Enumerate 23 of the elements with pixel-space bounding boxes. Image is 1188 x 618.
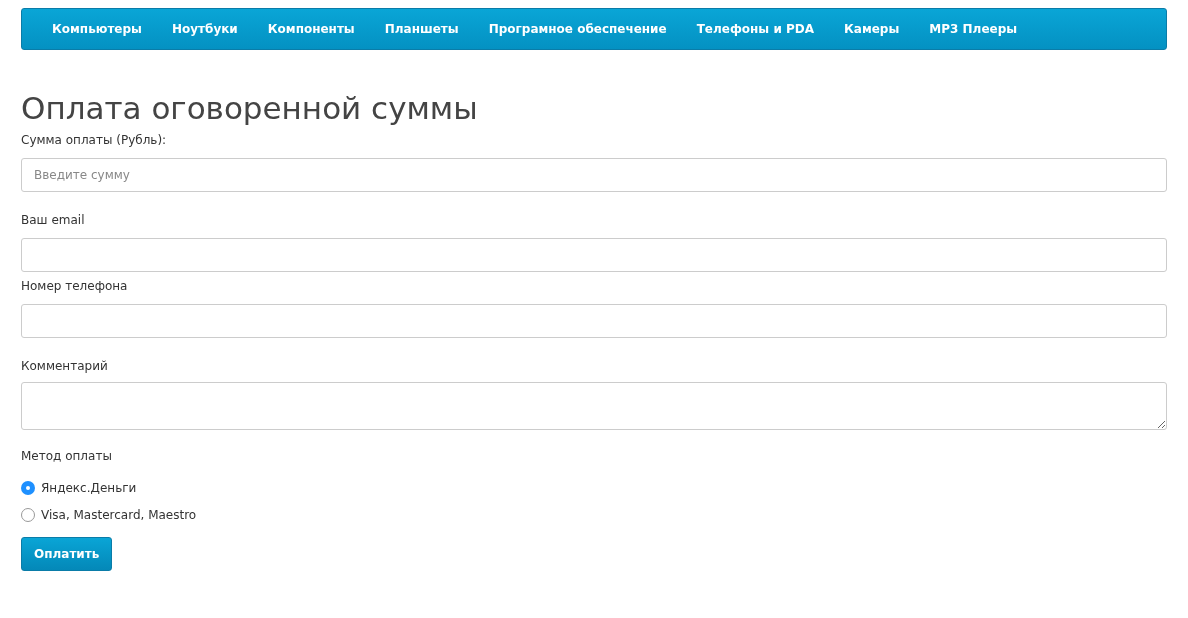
field-label: Метод оплаты xyxy=(21,448,112,464)
nav-link[interactable]: Компьютеры xyxy=(42,20,152,38)
pay-button[interactable]: Оплатить xyxy=(21,537,113,571)
comment-field[interactable] xyxy=(21,382,1167,430)
nav-link[interactable]: Програмное обеспечение xyxy=(478,20,677,38)
nav-link[interactable]: MP3 Плееры xyxy=(919,20,1028,38)
input-field[interactable] xyxy=(21,304,1167,338)
field-label: Комментарий xyxy=(21,358,109,374)
nav-link[interactable]: Телефоны и PDA xyxy=(686,20,824,38)
nav-link[interactable]: Ноутбуки xyxy=(161,20,248,38)
radio-label: Яндекс.Деньги xyxy=(41,480,137,497)
radio-button[interactable] xyxy=(21,481,35,495)
nav-link[interactable]: Компоненты xyxy=(257,20,365,38)
input-field[interactable] xyxy=(21,238,1167,272)
field-label: Сумма оплаты (Рубль): xyxy=(21,132,168,148)
field-label: Номер телефона xyxy=(21,278,129,294)
nav-link[interactable]: Камеры xyxy=(834,20,910,38)
input-field[interactable]: Введите сумму xyxy=(21,158,1167,192)
radio-button[interactable] xyxy=(21,508,35,522)
nav-link[interactable]: Планшеты xyxy=(374,20,469,38)
page-title: Оплата оговоренной суммы xyxy=(21,89,479,128)
field-label: Ваш email xyxy=(21,212,86,228)
radio-label: Visa, Mastercard, Maestro xyxy=(41,507,197,524)
